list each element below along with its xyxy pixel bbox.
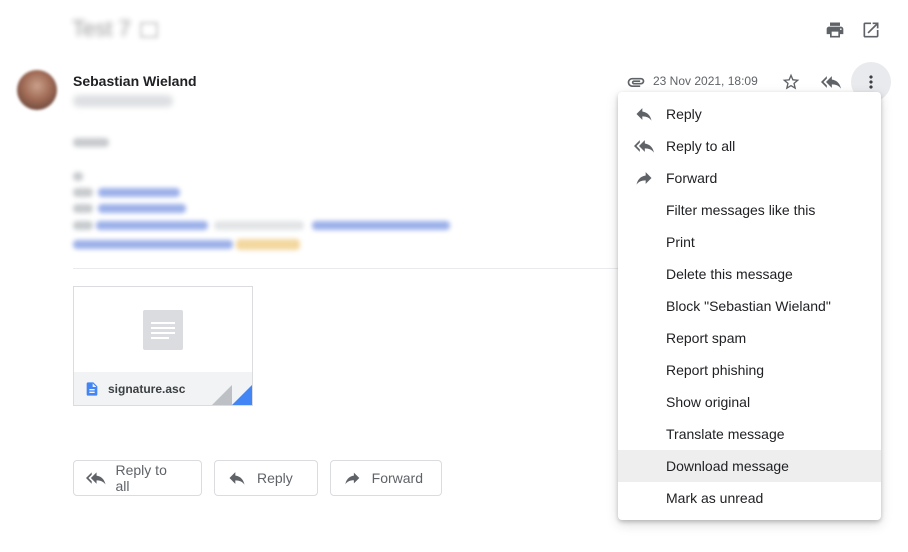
menu-item-forward[interactable]: Forward [618, 162, 881, 194]
reply-all-button[interactable]: Reply to all [73, 460, 202, 496]
menu-item-report-phishing[interactable]: Report phishing [618, 354, 881, 386]
menu-item-label: Filter messages like this [666, 202, 816, 218]
attachment-card[interactable]: signature.asc [73, 286, 253, 406]
body-link[interactable] [312, 221, 450, 230]
open-in-new-icon[interactable] [857, 16, 885, 44]
reply-icon [229, 472, 245, 485]
forward-label: Forward [371, 470, 423, 486]
reply-all-icon [634, 140, 654, 153]
message-date: 23 Nov 2021, 18:09 [653, 74, 758, 88]
divider [73, 268, 633, 269]
menu-item-label: Report spam [666, 330, 747, 346]
forward-button[interactable]: Forward [330, 460, 442, 496]
attachment-icon [626, 72, 646, 92]
body-link[interactable] [98, 204, 186, 213]
menu-item-print[interactable]: Print [618, 226, 881, 258]
reply-button[interactable]: Reply [214, 460, 318, 496]
reply-all-label: Reply to all [115, 462, 167, 494]
menu-item-label: Forward [666, 170, 718, 186]
body-link[interactable] [96, 221, 208, 230]
body-link[interactable] [98, 188, 180, 197]
file-icon [86, 381, 98, 396]
menu-item-reply-all[interactable]: Reply to all [618, 130, 881, 162]
label-icon[interactable] [140, 22, 158, 38]
attachment-preview [74, 287, 252, 373]
menu-item-label: Translate message [666, 426, 785, 442]
avatar[interactable] [17, 70, 57, 110]
menu-item-label: Mark as unread [666, 490, 764, 506]
reply-all-icon [86, 472, 106, 485]
menu-item-label: Delete this message [666, 266, 793, 282]
menu-item-block[interactable]: Block "Sebastian Wieland" [618, 290, 881, 322]
menu-item-download[interactable]: Download message [618, 450, 881, 482]
menu-item-delete[interactable]: Delete this message [618, 258, 881, 290]
menu-item-show-original[interactable]: Show original [618, 386, 881, 418]
menu-item-label: Reply to all [666, 138, 736, 154]
reply-label: Reply [257, 470, 293, 486]
reply-icon [636, 108, 652, 121]
body-text [73, 204, 93, 213]
body-link[interactable] [73, 240, 233, 249]
menu-item-label: Print [666, 234, 695, 250]
menu-item-reply[interactable]: Reply [618, 98, 881, 130]
body-text [214, 221, 304, 230]
menu-item-label: Show original [666, 394, 751, 410]
menu-item-report-spam[interactable]: Report spam [618, 322, 881, 354]
menu-item-label: Report phishing [666, 362, 765, 378]
body-text [73, 221, 93, 230]
menu-item-translate[interactable]: Translate message [618, 418, 881, 450]
body-text [73, 188, 93, 197]
menu-item-label: Reply [666, 106, 702, 122]
email-subject: Test 7 [72, 16, 131, 41]
menu-item-mark-unread[interactable]: Mark as unread [618, 482, 881, 514]
menu-item-label: Block "Sebastian Wieland" [666, 298, 831, 314]
recipient-line[interactable] [73, 95, 173, 107]
menu-item-label: Download message [666, 458, 789, 474]
attachment-name: signature.asc [108, 381, 186, 396]
attachment-fold [212, 385, 232, 405]
more-options-menu: Reply Reply to all Forward Filter messag… [618, 92, 881, 520]
body-text [73, 138, 109, 147]
body-highlight [236, 239, 300, 250]
forward-icon [636, 172, 652, 185]
print-icon[interactable] [821, 16, 849, 44]
body-text [73, 172, 83, 181]
forward-icon [345, 472, 360, 485]
menu-item-filter[interactable]: Filter messages like this [618, 194, 881, 226]
document-icon [143, 310, 183, 350]
sender-name[interactable]: Sebastian Wieland [73, 73, 197, 89]
attachment-corner [232, 385, 252, 405]
